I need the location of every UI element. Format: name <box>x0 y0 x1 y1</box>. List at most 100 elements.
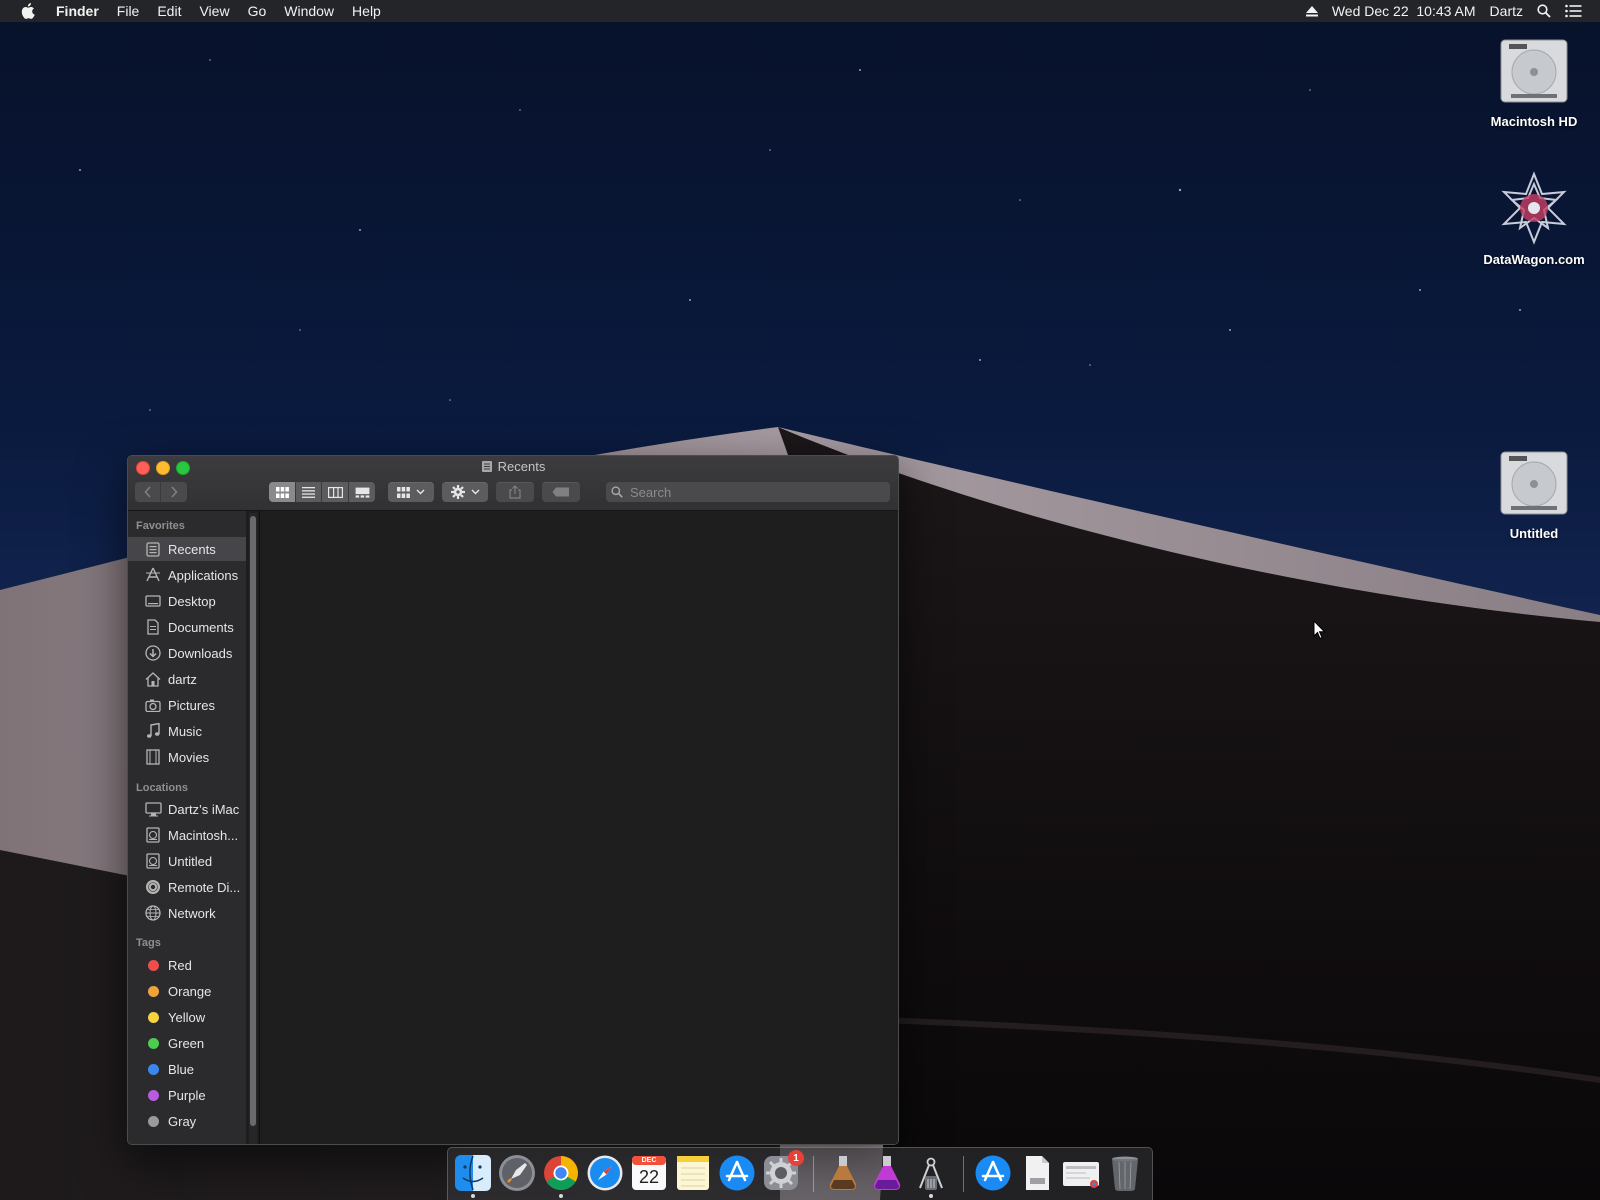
sidebar-item-music[interactable]: Music <box>128 719 246 743</box>
sidebar-item-pictures[interactable]: Pictures <box>128 693 246 717</box>
home-icon <box>144 670 162 688</box>
sidebar-item-downloads[interactable]: Downloads <box>128 641 246 665</box>
disk-icon <box>144 852 162 870</box>
sidebar-tag-yellow[interactable]: Yellow <box>128 1005 246 1029</box>
downloads-icon <box>144 644 162 662</box>
menubar-user[interactable]: Dartz <box>1490 3 1523 19</box>
dock-launchpad[interactable] <box>498 1154 536 1192</box>
running-indicator <box>559 1194 563 1198</box>
tag-color-dot <box>148 1115 159 1127</box>
dock-system-preferences[interactable]: 1 <box>762 1150 804 1192</box>
eject-icon[interactable] <box>1305 5 1318 17</box>
sidebar-item-dartz[interactable]: dartz <box>128 667 246 691</box>
sidebar-item-label: Dartz’s iMac <box>168 801 240 817</box>
dock: DEC 22 1 <box>447 1147 1153 1200</box>
sidebar-item-applications[interactable]: Applications <box>128 563 246 587</box>
scrollbar-thumb[interactable] <box>250 516 256 1126</box>
sidebar-item-documents[interactable]: Documents <box>128 615 246 639</box>
sidebar-scrollbar[interactable] <box>249 513 257 1144</box>
sidebar-heading-favorites: Favorites <box>136 520 185 532</box>
sidebar-tag-purple[interactable]: Purple <box>128 1083 246 1107</box>
dock-separator <box>813 1156 814 1192</box>
menu-edit[interactable]: Edit <box>148 0 190 22</box>
menu-go[interactable]: Go <box>239 0 276 22</box>
sidebar-item-macintosh[interactable]: Macintosh... <box>128 823 246 847</box>
icon-view-icon <box>275 486 289 498</box>
group-by-button[interactable] <box>388 482 434 502</box>
desktop-icon-label: DataWagon.com <box>1483 252 1585 267</box>
recents-icon <box>481 461 492 472</box>
dock-install-high-sierra[interactable] <box>824 1154 862 1192</box>
window-title-text: Recents <box>497 459 546 474</box>
sidebar-item-untitled[interactable]: Untitled <box>128 849 246 873</box>
back-button[interactable] <box>135 482 161 502</box>
action-menu-button[interactable] <box>442 482 488 502</box>
mouse-cursor-icon <box>1313 620 1326 640</box>
tag-color-dot <box>148 985 159 997</box>
sidebar-tag-blue[interactable]: Blue <box>128 1057 246 1081</box>
menu-app-finder[interactable]: Finder <box>50 0 108 22</box>
sidebar-item-recents[interactable]: Recents <box>128 537 246 561</box>
dock-preview[interactable] <box>1062 1154 1100 1192</box>
list-view-button[interactable] <box>296 482 322 502</box>
app-store-icon <box>975 1155 1011 1191</box>
installer-flask-icon <box>829 1156 857 1190</box>
sidebar-item-label: Downloads <box>168 645 233 661</box>
launchpad-rocket-icon <box>499 1155 535 1191</box>
menu-view[interactable]: View <box>190 0 238 22</box>
dock-archive-utility[interactable] <box>912 1154 950 1192</box>
dock-chrome[interactable] <box>542 1154 580 1192</box>
search-field[interactable] <box>606 482 890 502</box>
desktop-icon-label: Untitled <box>1509 526 1559 541</box>
chevron-right-icon <box>171 486 178 498</box>
network-icon <box>144 904 162 922</box>
dock-notes[interactable] <box>674 1154 712 1192</box>
forward-button[interactable] <box>161 482 187 502</box>
dock-app-store-folder[interactable] <box>974 1154 1012 1192</box>
sidebar-item-label: Blue <box>168 1061 195 1077</box>
trash-icon <box>1112 1156 1138 1191</box>
menu-window[interactable]: Window <box>275 0 343 22</box>
sidebar-heading-tags: Tags <box>136 937 161 949</box>
sidebar-item-movies[interactable]: Movies <box>128 745 246 769</box>
sidebar-item-dartz-imac[interactable]: Dartz’s iMac <box>128 797 246 821</box>
dock-trash[interactable] <box>1106 1154 1144 1192</box>
dock-app-store[interactable] <box>718 1154 756 1192</box>
desktop-icon-datawagon[interactable]: DataWagon.com <box>1472 170 1596 267</box>
search-input[interactable] <box>628 483 882 501</box>
icon-view-button[interactable] <box>269 482 296 502</box>
menu-file[interactable]: File <box>108 0 149 22</box>
sidebar-item-desktop[interactable]: Desktop <box>128 589 246 613</box>
file-content-area[interactable] <box>260 511 898 1144</box>
sidebar-tag-red[interactable]: Red <box>128 953 246 977</box>
dock-safari[interactable] <box>586 1154 624 1192</box>
dock-document[interactable] <box>1018 1154 1056 1192</box>
edit-tags-button[interactable] <box>542 482 580 502</box>
desktop-icon-untitled[interactable]: Untitled <box>1472 446 1596 541</box>
notification-center-icon[interactable] <box>1565 4 1582 18</box>
sidebar-tag-gray[interactable]: Gray <box>128 1109 246 1133</box>
sidebar-item-remote-disc[interactable]: Remote Di... <box>128 875 246 899</box>
sidebar-item-label: Documents <box>168 619 234 635</box>
installer-flask-icon <box>873 1156 901 1190</box>
sidebar-item-label: Remote Di... <box>168 879 241 895</box>
apple-menu-icon[interactable] <box>18 0 38 22</box>
spotlight-search-icon[interactable] <box>1537 4 1551 18</box>
sidebar-tag-green[interactable]: Green <box>128 1031 246 1055</box>
sidebar-item-label: Purple <box>168 1087 206 1103</box>
chevron-down-icon <box>471 489 479 495</box>
share-button[interactable] <box>496 482 534 502</box>
dock-install-mojave[interactable] <box>868 1154 906 1192</box>
sidebar-item-network[interactable]: Network <box>128 901 246 925</box>
sidebar-item-label: Orange <box>168 983 212 999</box>
menubar-clock[interactable]: Wed Dec 22 10:43 AM <box>1332 3 1476 19</box>
dock-calendar[interactable]: DEC 22 <box>630 1154 668 1192</box>
column-view-button[interactable] <box>322 482 349 502</box>
desktop-icon-macintosh-hd[interactable]: Macintosh HD <box>1472 34 1596 129</box>
gallery-view-button[interactable] <box>349 482 375 502</box>
sidebar-item-label: Recents <box>168 541 216 557</box>
dock-finder[interactable] <box>454 1154 492 1192</box>
sidebar-tag-orange[interactable]: Orange <box>128 979 246 1003</box>
sidebar-item-label: Applications <box>168 567 239 583</box>
menu-help[interactable]: Help <box>343 0 390 22</box>
